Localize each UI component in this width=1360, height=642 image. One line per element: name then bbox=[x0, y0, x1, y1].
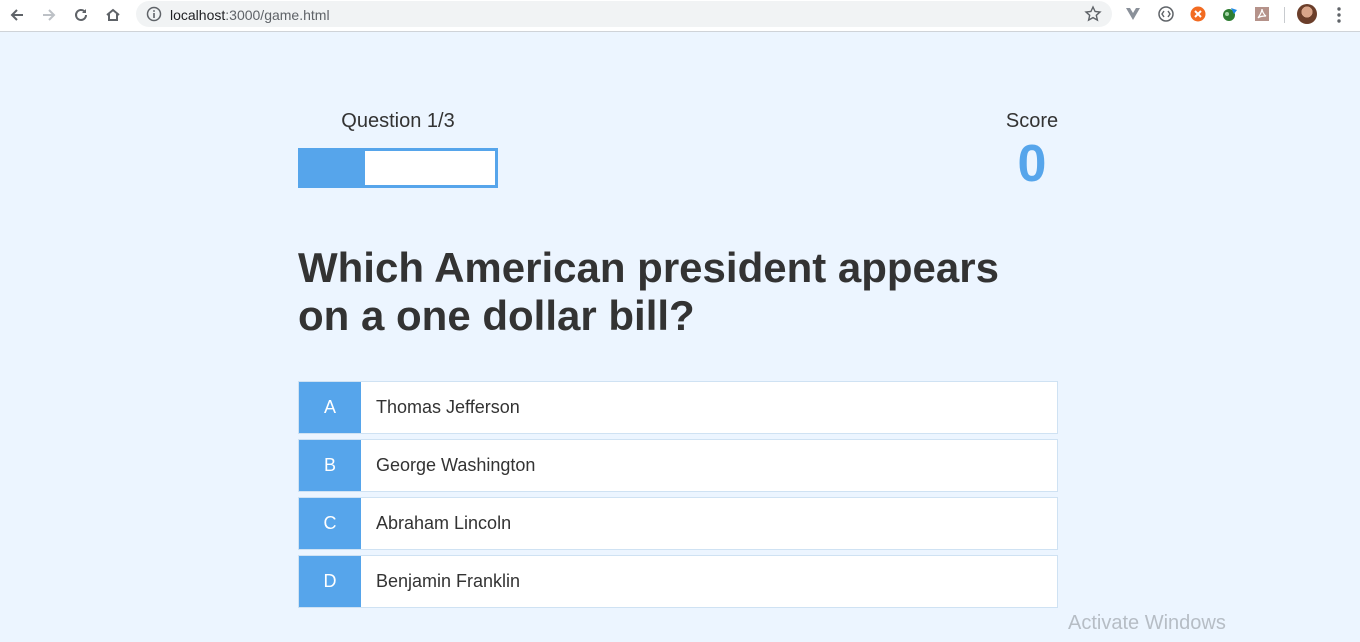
activate-windows-watermark: Activate Windows bbox=[1068, 612, 1226, 634]
pdf-extension-icon[interactable] bbox=[1253, 5, 1271, 23]
url-text: localhost:3000/game.html bbox=[170, 7, 330, 23]
choice-b[interactable]: B George Washington bbox=[298, 439, 1058, 492]
choice-text: Abraham Lincoln bbox=[376, 513, 512, 533]
toolbar-separator bbox=[1284, 7, 1285, 23]
progress-bar bbox=[298, 148, 498, 188]
choice-prefix: A bbox=[299, 382, 361, 433]
home-icon[interactable] bbox=[101, 4, 125, 26]
choice-prefix: C bbox=[299, 498, 361, 549]
choice-d[interactable]: D Benjamin Franklin bbox=[298, 555, 1058, 608]
progress-bar-fill bbox=[301, 151, 366, 185]
info-icon[interactable] bbox=[146, 6, 162, 27]
score-value: 0 bbox=[1017, 135, 1047, 193]
choice-text: Benjamin Franklin bbox=[376, 571, 521, 591]
choice-text: Thomas Jefferson bbox=[376, 397, 520, 417]
vue-extension-icon[interactable] bbox=[1124, 5, 1142, 23]
score-label: Score bbox=[1005, 110, 1059, 132]
choice-text: George Washington bbox=[376, 455, 536, 475]
url-host: localhost bbox=[170, 7, 226, 23]
choice-prefix: B bbox=[299, 440, 361, 491]
question-text: Which American president appears on a on… bbox=[298, 244, 999, 339]
globe-extension-icon[interactable] bbox=[1221, 5, 1239, 23]
browser-toolbar: localhost:3000/game.html bbox=[0, 0, 1360, 32]
back-arrow-icon[interactable] bbox=[5, 4, 29, 26]
profile-avatar[interactable] bbox=[1297, 4, 1317, 24]
reload-icon[interactable] bbox=[69, 4, 93, 26]
bookmark-star-icon[interactable] bbox=[1084, 5, 1102, 28]
orange-extension-icon[interactable] bbox=[1189, 5, 1207, 23]
menu-kebab-icon[interactable] bbox=[1334, 5, 1344, 30]
question-counter: Question 1/3 bbox=[341, 110, 455, 132]
forward-arrow-icon[interactable] bbox=[37, 4, 61, 26]
code-extension-icon[interactable] bbox=[1157, 5, 1175, 23]
choice-a[interactable]: A Thomas Jefferson bbox=[298, 381, 1058, 434]
choice-prefix: D bbox=[299, 556, 361, 607]
address-bar[interactable]: localhost:3000/game.html bbox=[136, 1, 1112, 27]
choice-c[interactable]: C Abraham Lincoln bbox=[298, 497, 1058, 550]
url-rest: :3000/game.html bbox=[225, 7, 330, 23]
